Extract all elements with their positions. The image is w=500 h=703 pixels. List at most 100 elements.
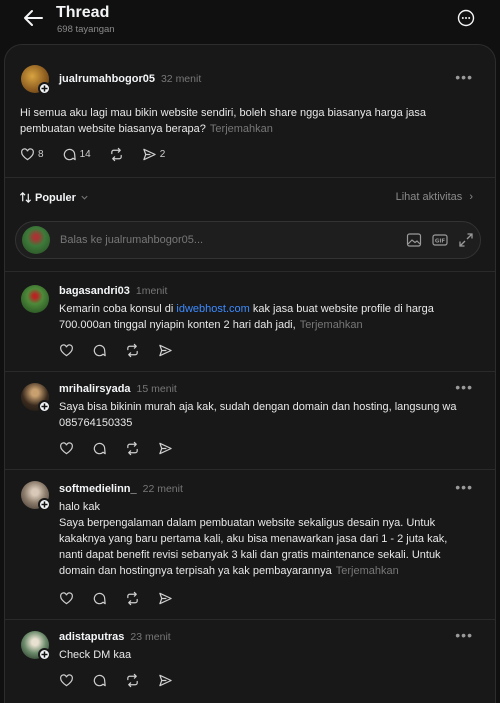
comment-button[interactable] — [92, 591, 107, 606]
like-button[interactable]: 8 — [20, 147, 44, 162]
like-count: 8 — [38, 149, 44, 160]
divider — [5, 619, 495, 620]
heart-icon — [60, 674, 73, 687]
back-arrow-icon[interactable] — [22, 8, 44, 28]
repost-icon — [127, 343, 138, 358]
image-icon[interactable] — [406, 232, 422, 248]
post-username[interactable]: jualrumahbogor05 — [59, 73, 155, 85]
reply-placeholder: Balas ke jualrumahbogor05... — [60, 234, 204, 246]
expand-icon[interactable] — [458, 232, 474, 248]
view-activity-link[interactable]: Lihat aktivitas › — [396, 191, 473, 203]
avatar[interactable] — [21, 631, 51, 661]
divider — [5, 469, 495, 470]
reply-username[interactable]: adistaputras — [59, 631, 124, 643]
comment-icon — [93, 442, 106, 455]
heart-icon — [21, 148, 34, 161]
share-button[interactable] — [158, 591, 173, 606]
avatar[interactable] — [21, 383, 51, 413]
like-button[interactable] — [59, 441, 74, 456]
send-icon — [159, 674, 172, 687]
reply-actions — [59, 673, 191, 688]
reply-author[interactable]: adistaputras 23 menit — [59, 631, 171, 643]
reply-actions — [59, 591, 191, 606]
repost-button[interactable] — [125, 673, 140, 688]
reply-time: 23 menit — [130, 631, 171, 643]
like-button[interactable] — [59, 591, 74, 606]
reply-greeting: halo kak — [59, 501, 100, 513]
avatar[interactable] — [21, 285, 51, 315]
heart-icon — [60, 592, 73, 605]
reply-username[interactable]: softmedielinn_ — [59, 483, 137, 495]
translate-link[interactable]: Terjemahkan — [336, 565, 399, 577]
comment-icon — [93, 592, 106, 605]
share-button[interactable] — [158, 441, 173, 456]
repost-button[interactable] — [125, 343, 140, 358]
reply-username[interactable]: mrihalirsyada — [59, 383, 131, 395]
repost-button[interactable] — [109, 147, 124, 162]
share-count: 2 — [159, 149, 166, 160]
reply-text: Kemarin coba konsul di idwebhost.com kak… — [59, 301, 469, 333]
comment-button[interactable]: 14 — [62, 147, 91, 162]
post-actions: 8 14 2 — [20, 147, 183, 162]
comment-button[interactable] — [92, 673, 107, 688]
comment-icon — [93, 344, 106, 357]
divider — [5, 371, 495, 372]
reply-author[interactable]: bagasandri03 1menit — [59, 285, 167, 297]
repost-icon — [127, 673, 138, 688]
follow-plus-icon[interactable] — [38, 498, 51, 511]
avatar[interactable] — [21, 481, 51, 511]
share-button[interactable] — [158, 673, 173, 688]
repost-button[interactable] — [125, 441, 140, 456]
comment-icon — [93, 674, 106, 687]
post-author[interactable]: jualrumahbogor05 32 menit — [59, 73, 201, 85]
gif-icon[interactable]: GIF — [432, 232, 448, 248]
follow-plus-icon[interactable] — [38, 400, 51, 413]
share-button[interactable] — [158, 343, 173, 358]
divider — [5, 271, 495, 272]
reply-link[interactable]: idwebhost.com — [176, 303, 249, 315]
comment-button[interactable] — [92, 441, 107, 456]
like-button[interactable] — [59, 673, 74, 688]
translate-link[interactable]: Terjemahkan — [210, 123, 273, 135]
reply-author[interactable]: softmedielinn_ 22 menit — [59, 483, 183, 495]
reply-time: 15 menit — [136, 383, 177, 395]
chevron-down-icon — [81, 195, 88, 200]
reply-input[interactable]: Balas ke jualrumahbogor05... GIF — [15, 221, 481, 259]
reply-text: Saya berpengalaman dalam pembuatan websi… — [59, 515, 449, 579]
sort-dropdown[interactable]: Populer — [19, 191, 89, 204]
top-bar: Thread 698 tayangan — [0, 0, 500, 44]
reply-more-icon[interactable]: ••• — [455, 379, 473, 395]
post-text: Hi semua aku lagi mau bikin website send… — [20, 105, 460, 137]
page-title: Thread — [56, 4, 110, 21]
post-time: 32 menit — [160, 73, 202, 85]
translate-link[interactable]: Terjemahkan — [300, 319, 363, 331]
heart-icon — [60, 344, 73, 357]
repost-icon — [110, 147, 122, 162]
thread-card: jualrumahbogor05 32 menit ••• Hi semua ak… — [4, 44, 496, 703]
follow-plus-icon[interactable] — [38, 648, 51, 661]
post-more-icon[interactable]: ••• — [455, 69, 473, 85]
repost-button[interactable] — [125, 591, 140, 606]
reply-more-icon[interactable]: ••• — [455, 627, 473, 643]
avatar[interactable] — [21, 65, 51, 95]
activity-label: Lihat aktivitas — [395, 191, 463, 203]
send-icon — [159, 344, 172, 357]
repost-icon — [127, 441, 138, 456]
share-button[interactable]: 2 — [142, 147, 166, 162]
sort-icon — [19, 192, 32, 203]
reply-body: Kemarin coba konsul di — [59, 303, 177, 315]
reply-username[interactable]: bagasandri03 — [59, 285, 130, 297]
heart-icon — [60, 442, 73, 455]
like-button[interactable] — [59, 343, 74, 358]
reply-text: Check DM kaa — [59, 649, 132, 661]
more-options-icon[interactable] — [457, 9, 475, 27]
svg-text:GIF: GIF — [435, 239, 446, 245]
reply-author[interactable]: mrihalirsyada 15 menit — [59, 383, 177, 395]
comment-icon — [63, 148, 76, 161]
reply-time: 1menit — [135, 285, 168, 297]
divider — [5, 177, 495, 178]
reply-more-icon[interactable]: ••• — [455, 479, 473, 495]
follow-plus-icon[interactable] — [38, 82, 51, 95]
comment-button[interactable] — [92, 343, 107, 358]
chevron-right-icon: › — [469, 191, 473, 203]
